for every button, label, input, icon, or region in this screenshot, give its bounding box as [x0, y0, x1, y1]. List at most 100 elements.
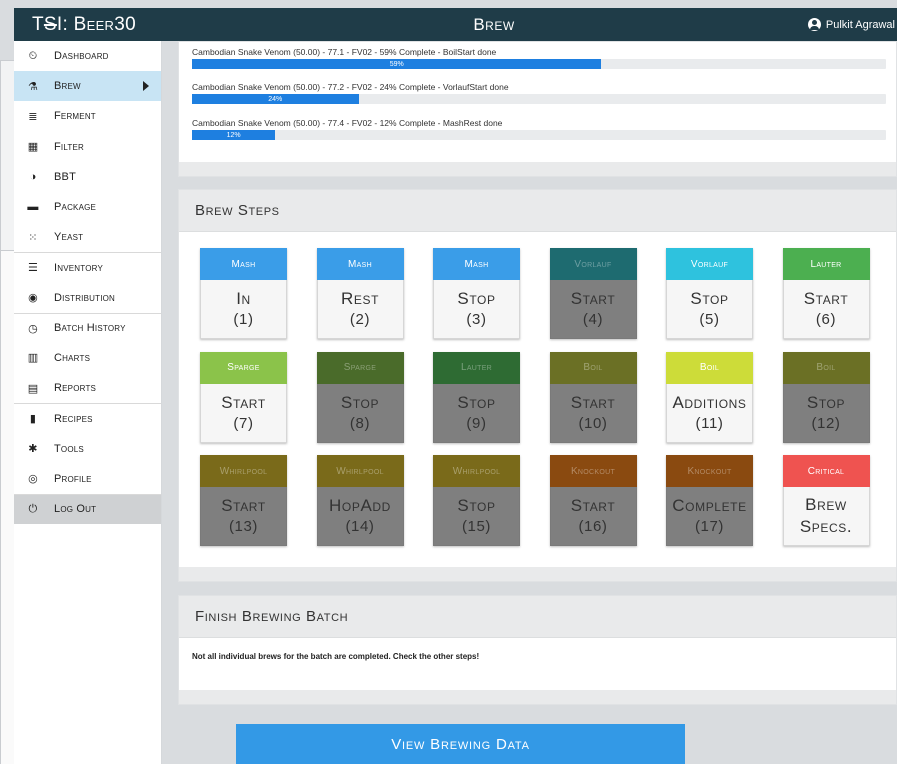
- sidebar-item-package[interactable]: ▬ Package: [14, 192, 161, 222]
- step-phase: Critical: [782, 455, 870, 487]
- brew-steps-panel: Brew Steps Mash In (1) Mash Rest (2) Mash Stop (…: [178, 189, 897, 582]
- brew-step-tile[interactable]: Boil Additions (11): [666, 351, 753, 443]
- brew-progress-panel: Cambodian Snake Venom (50.00) - 77.1 - F…: [178, 41, 897, 177]
- step-number: (16): [578, 518, 608, 535]
- step-body: Start (16): [549, 487, 637, 546]
- sidebar-item-label: Profile: [54, 472, 92, 485]
- sidebar-item-distribution[interactable]: ◉ Distribution: [14, 283, 161, 313]
- brew-step-tile[interactable]: Mash Rest (2): [316, 248, 404, 339]
- brew-step-tile[interactable]: Whirlpool Stop (15): [433, 455, 520, 546]
- view-brewing-data-button[interactable]: View Brewing Data: [236, 724, 685, 764]
- step-phase: Boil: [666, 351, 753, 384]
- brew-step-tile[interactable]: Vorlauf Stop (5): [666, 248, 753, 339]
- brew-step-tile[interactable]: Boil Start (10): [549, 351, 637, 443]
- step-number: (14): [345, 518, 375, 535]
- sidebar-item-dashboard[interactable]: ⏲ Dashboard: [14, 41, 161, 71]
- finish-batch-panel: Finish Brewing Batch Not all individual …: [178, 595, 897, 705]
- step-number: (12): [811, 414, 841, 432]
- step-number: (9): [466, 414, 487, 432]
- step-body: Stop (9): [433, 383, 520, 443]
- step-phase: Knockout: [549, 455, 637, 487]
- step-phase: Lauter: [433, 351, 520, 384]
- brew-progress-item[interactable]: Cambodian Snake Venom (50.00) - 77.2 - F…: [192, 82, 886, 104]
- brand-name: Beer30: [73, 13, 136, 35]
- sidebar-item-log-out[interactable]: ⏻ Log Out: [14, 493, 161, 524]
- step-action: Brew: [805, 495, 847, 514]
- sidebar-item-label: Distribution: [54, 291, 116, 304]
- sidebar-item-yeast[interactable]: ⁙ Yeast: [14, 222, 161, 252]
- sidebar-item-profile[interactable]: ◎ Profile: [14, 464, 161, 494]
- brew-step-tile[interactable]: Mash Stop (3): [433, 248, 520, 339]
- step-action: Stop: [806, 392, 846, 412]
- brew-step-tile[interactable]: Whirlpool HopAdd (14): [316, 455, 404, 546]
- step-body: Start (13): [200, 487, 287, 546]
- step-body: Brew Specs.: [782, 487, 870, 546]
- brew-step-tile[interactable]: Boil Stop (12): [782, 351, 870, 443]
- sidebar-item-charts[interactable]: ▥ Charts: [14, 343, 161, 373]
- brew-step-tile[interactable]: Mash In (1): [200, 248, 287, 339]
- step-body: Complete (17): [666, 487, 753, 546]
- sidebar-item-recipes[interactable]: ▮ Recipes: [14, 403, 161, 433]
- sidebar-item-reports[interactable]: ▤ Reports: [14, 373, 161, 403]
- progress-label: Cambodian Snake Venom (50.00) - 77.2 - F…: [192, 82, 509, 92]
- step-number: (2): [349, 311, 371, 328]
- brew-step-tile[interactable]: Knockout Start (16): [549, 455, 637, 546]
- sidebar-item-inventory[interactable]: ☰ Inventory: [14, 252, 161, 282]
- bookmark-icon: ▮: [29, 413, 37, 426]
- brew-step-tile[interactable]: Sparge Start (7): [200, 351, 287, 443]
- step-action: Stop: [457, 496, 496, 515]
- finish-message: Not all individual brews for the batch a…: [192, 652, 480, 661]
- sidebar-item-batch-history[interactable]: ◷ Batch History: [14, 312, 161, 343]
- panel-footer: [179, 162, 896, 176]
- sidebar-item-brew[interactable]: ⚗ Brew: [14, 71, 161, 102]
- step-action: Stop: [340, 392, 380, 412]
- user-circle-icon: [807, 18, 821, 31]
- step-action: Start: [803, 289, 849, 308]
- step-action: Start: [570, 496, 616, 515]
- step-phase: Boil: [782, 351, 870, 384]
- step-phase: Mash: [316, 248, 404, 280]
- brew-step-tile[interactable]: Lauter Start (6): [782, 248, 870, 339]
- clock-icon: ◷: [28, 322, 38, 335]
- brew-step-tile[interactable]: Vorlauf Start (4): [549, 248, 637, 339]
- step-action: Rest: [340, 289, 379, 308]
- sidebar-item-tools[interactable]: ✱ Tools: [14, 433, 161, 463]
- flask-icon: ⚗: [27, 80, 39, 93]
- step-number: (5): [699, 311, 720, 328]
- dashboard-icon: ⏲: [28, 49, 38, 62]
- user-name: Pulkit Agrawal: [825, 18, 895, 31]
- step-action: Stop: [690, 289, 729, 308]
- step-action: HopAdd: [329, 496, 391, 515]
- brew-step-tile[interactable]: Whirlpool Start (13): [200, 455, 287, 546]
- step-action: Start: [221, 496, 266, 515]
- step-phase: Mash: [200, 248, 287, 280]
- step-body: Stop (8): [316, 383, 404, 443]
- sidebar-item-label: Dashboard: [54, 50, 109, 63]
- sidebar-item-bbt[interactable]: ◑ BBT: [14, 162, 161, 192]
- yeast-icon: ⁙: [28, 231, 38, 244]
- step-body: In (1): [200, 280, 287, 339]
- step-number: (6): [815, 311, 837, 328]
- step-body: Start (6): [782, 280, 870, 339]
- brew-step-tile[interactable]: Lauter Stop (9): [433, 351, 520, 443]
- panel-title: Finish Brewing Batch: [179, 596, 896, 638]
- brew-step-tile[interactable]: Critical Brew Specs.: [782, 455, 870, 546]
- step-phase: Lauter: [782, 248, 870, 280]
- user-menu[interactable]: Pulkit Agrawal: [807, 8, 897, 41]
- brew-step-tile[interactable]: Sparge Stop (8): [316, 351, 404, 443]
- step-phase: Vorlauf: [549, 248, 637, 280]
- step-phase: Sparge: [200, 351, 287, 384]
- step-phase: Boil: [549, 351, 637, 384]
- brand-logo[interactable]: T S I: Beer30: [14, 8, 162, 41]
- sidebar-item-label: Inventory: [54, 261, 104, 274]
- sidebar-item-ferment[interactable]: ≣ Ferment: [14, 101, 161, 131]
- step-body: Stop (15): [433, 487, 520, 546]
- brew-progress-item[interactable]: Cambodian Snake Venom (50.00) - 77.1 - F…: [192, 47, 886, 69]
- archive-icon: ▬: [27, 201, 39, 214]
- brew-progress-item[interactable]: Cambodian Snake Venom (50.00) - 77.4 - F…: [192, 118, 886, 140]
- step-body: Rest (2): [316, 280, 404, 339]
- sidebar-item-filter[interactable]: ▦ Filter: [14, 132, 161, 162]
- progress-label: Cambodian Snake Venom (50.00) - 77.1 - F…: [192, 47, 497, 57]
- sidebar-item-label: Brew: [54, 80, 81, 93]
- brew-step-tile[interactable]: Knockout Complete (17): [666, 455, 753, 546]
